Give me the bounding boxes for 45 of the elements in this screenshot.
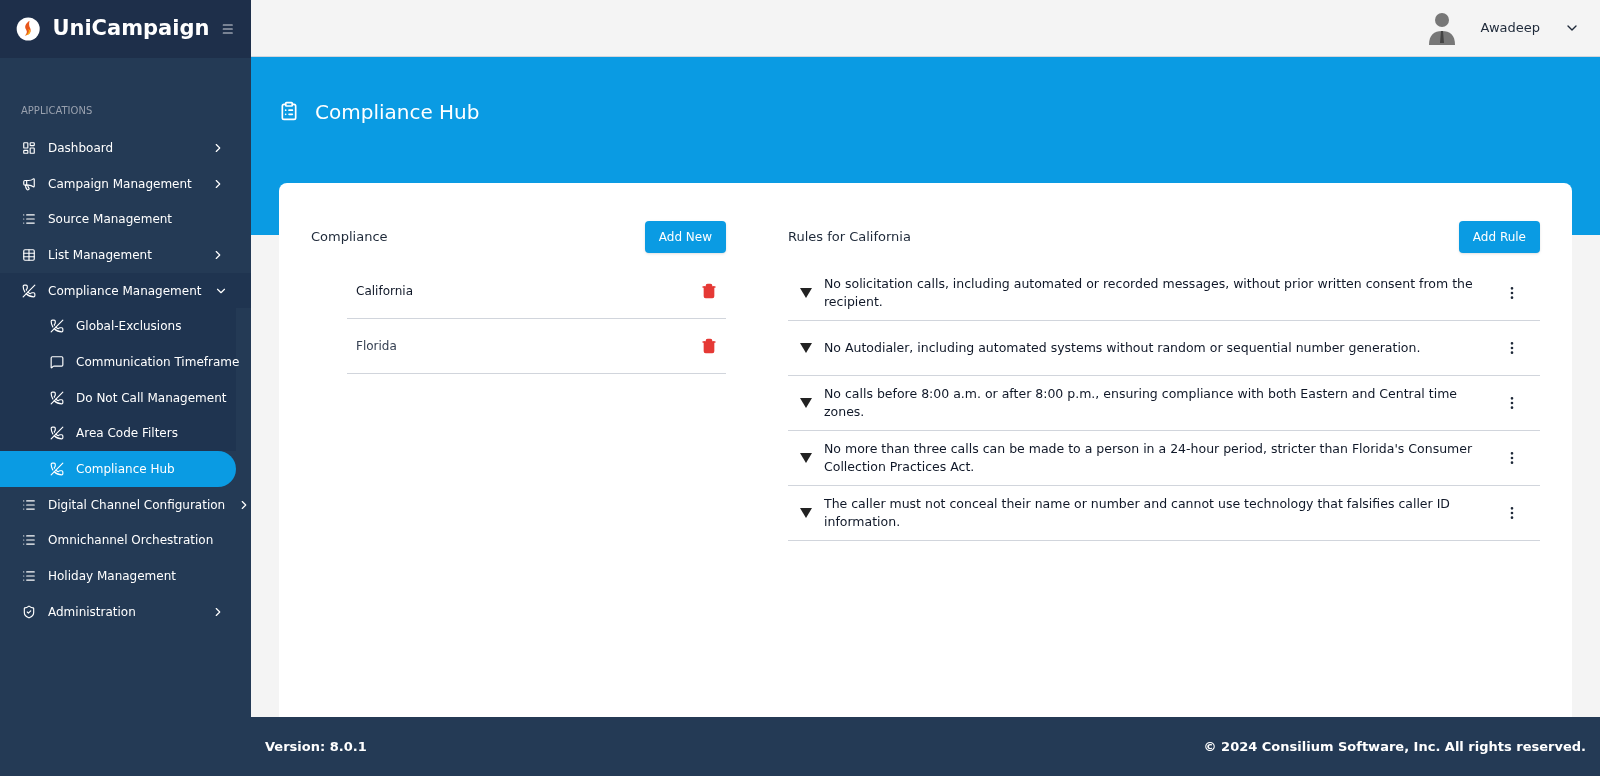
megaphone-icon — [22, 176, 36, 191]
state-row[interactable]: California — [347, 264, 726, 319]
sidebar-item[interactable]: List Management — [0, 237, 251, 273]
phone-off-icon — [22, 283, 36, 298]
chat-icon — [50, 354, 64, 369]
sidebar-item[interactable]: Administration — [0, 593, 251, 630]
sidebar-item[interactable]: Campaign Management — [0, 165, 251, 202]
sidebar-item[interactable]: Dashboard — [0, 130, 251, 166]
sidebar-subitem[interactable]: Global-Exclusions — [0, 308, 236, 345]
triangle-down-icon[interactable] — [800, 508, 812, 518]
trash-icon[interactable] — [701, 283, 717, 299]
copyright-text: © 2024 Consilium Software, Inc. All rights reserved. — [1203, 737, 1586, 756]
rule-text: No solicitation calls, including automated or recorded messages, without prior written consent from the recipient. — [824, 275, 1474, 311]
triangle-down-icon[interactable] — [800, 288, 812, 298]
triangle-down-icon[interactable] — [800, 398, 812, 408]
trash-icon[interactable] — [701, 338, 717, 354]
user-avatar-icon[interactable] — [1426, 11, 1457, 45]
sidebar-subitem[interactable]: Area Code Filters — [0, 415, 236, 452]
section-title: Compliance — [311, 228, 388, 247]
sidebar-subitem[interactable]: Do Not Call Management — [0, 379, 236, 416]
phone-off-icon — [50, 390, 64, 405]
section-label: APPLICATIONS — [20, 104, 94, 118]
sidebar-item[interactable]: Omnichannel Orchestration — [0, 522, 251, 559]
section-title: Rules for California — [788, 228, 911, 247]
table-icon — [22, 247, 36, 262]
page-title: Compliance Hub — [315, 99, 480, 126]
version-text: Version: 8.0.1 — [265, 737, 367, 756]
phone-off-icon — [50, 319, 64, 334]
sidebar-item[interactable]: Digital Channel Configuration — [0, 486, 251, 523]
sidebar-item[interactable]: Compliance Management — [0, 272, 251, 309]
phone-off-icon — [50, 426, 64, 441]
triangle-down-icon[interactable] — [800, 453, 812, 463]
dashboard-icon — [22, 140, 36, 155]
phone-off-icon — [50, 462, 64, 477]
state-row[interactable]: Florida — [347, 319, 726, 374]
triangle-down-icon[interactable] — [800, 343, 812, 353]
rule-text: No Autodialer, including automated systems without random or sequential number generation. — [824, 339, 1422, 357]
rule-text: No calls before 8:00 a.m. or after 8:00 p.m., ensuring compliance with both Eastern and Central time zones. — [824, 385, 1459, 421]
brand-name: UniCampaign — [52, 15, 210, 43]
rule-text: The caller must not conceal their name or number and cannot use technology that falsifies caller ID information. — [824, 495, 1451, 531]
sidebar-item[interactable]: Source Management — [0, 201, 251, 238]
rule-text: No more than three calls can be made to a person in a 24-hour period, stricter than Florida's Consumer Collection Practices Act. — [824, 440, 1474, 476]
sidebar-item[interactable]: Holiday Management — [0, 558, 251, 594]
user-name: Awadeep — [1480, 19, 1540, 38]
shield-icon — [22, 604, 36, 619]
